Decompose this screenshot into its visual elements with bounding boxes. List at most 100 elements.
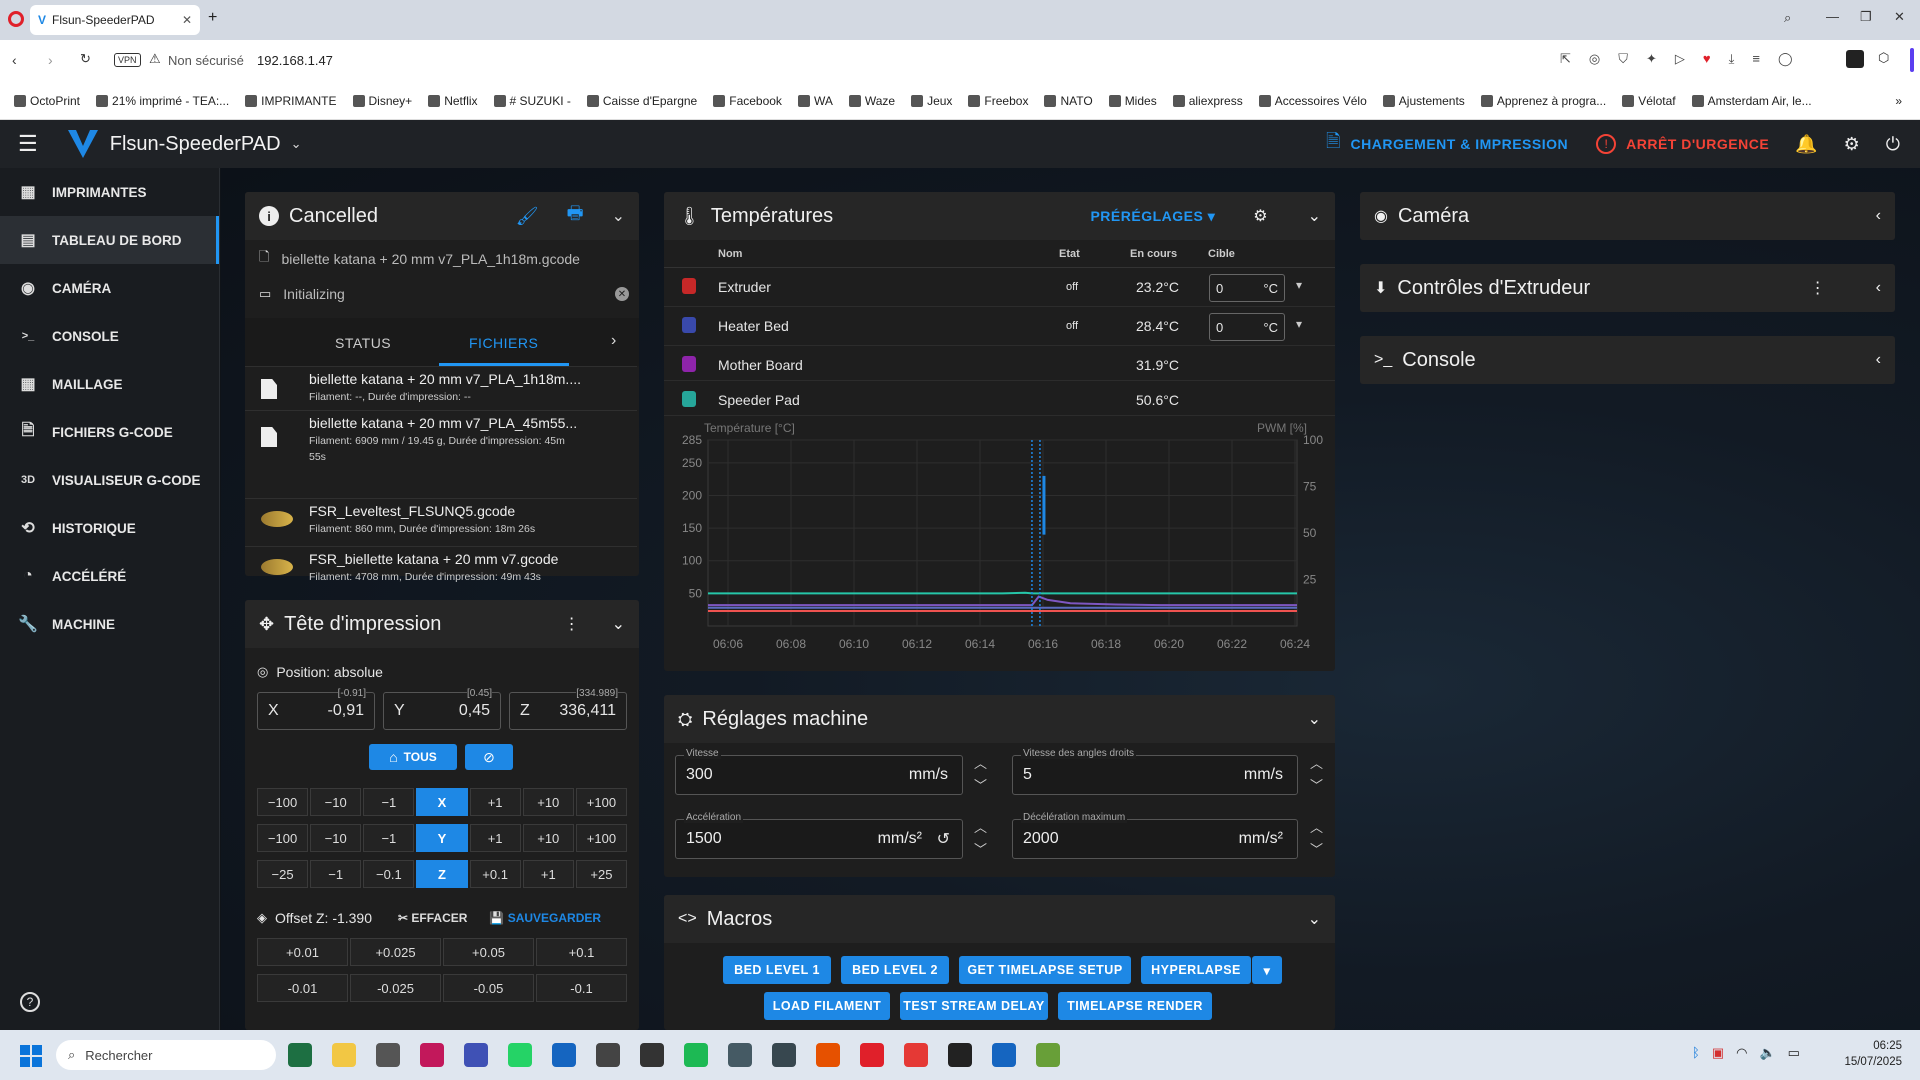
back-icon[interactable]: ‹ [12,52,17,68]
browser-tab[interactable]: V Flsun-SpeederPAD ✕ [30,5,200,35]
macro-get-timelapse-setup[interactable]: GET TIMELAPSE SETUP [959,956,1131,984]
clock[interactable]: 06:25 15/07/2025 [1838,1038,1902,1070]
camera-card[interactable]: ◉ Caméra ‹ [1360,192,1895,240]
speed-field[interactable]: Vitesse 300 mm/s [675,748,963,795]
bookmark-item[interactable]: # SUZUKI - [493,94,571,108]
clear-offset-button[interactable]: ✂ EFFACER [398,911,467,925]
close-window-button[interactable]: ✕ [1894,9,1905,25]
bookmark-item[interactable]: WA [797,94,833,108]
tab-status[interactable]: STATUS [335,335,391,351]
jog-button[interactable]: -0.01 [257,974,348,1002]
taskbar-search[interactable]: ⌕ Rechercher [56,1040,276,1070]
jog-button[interactable]: +25 [575,860,627,888]
bookmark-item[interactable]: Facebook [713,94,782,108]
accel-stepper[interactable]: ︿ ﹀ [974,817,987,861]
collapse-chevron-icon[interactable]: ⌄ [1308,909,1321,929]
collapse-chevron-icon[interactable]: ⌄ [1308,709,1321,729]
windows-start-icon[interactable] [20,1045,42,1067]
jog-button[interactable]: −1 [310,860,362,888]
more-vert-icon[interactable]: ⋮ [1810,278,1826,298]
bookmark-item[interactable]: Mides [1108,94,1157,108]
jog-button[interactable]: +100 [575,788,627,816]
jog-button[interactable]: −1 [363,824,415,852]
opera-gx-icon[interactable] [464,1043,488,1067]
bookmark-item[interactable]: Netflix [428,94,478,108]
load-print-button[interactable]: CHARGEMENT & IMPRESSION [1351,136,1569,152]
more-bookmarks-icon[interactable]: » [1895,94,1902,108]
jog-button[interactable]: +1 [469,788,521,816]
sidebar-item-mesh[interactable]: ▦ MAILLAGE [0,360,219,408]
macro-hyperlapse[interactable]: HYPERLAPSE [1141,956,1251,984]
bluetooth-icon[interactable]: ᛒ [1692,1045,1700,1061]
tab-close-icon[interactable]: ✕ [182,13,192,27]
jog-button[interactable]: +0.025 [350,938,441,966]
help-icon[interactable]: ? [20,992,40,1012]
jog-button[interactable]: −25 [257,860,309,888]
expand-chevron-icon[interactable]: ‹ [1876,279,1881,297]
bookmark-item[interactable]: Waze [848,94,895,108]
camera-snap-icon[interactable]: ◎ [1589,51,1600,67]
temp-settings-icon[interactable]: ⚙ [1253,206,1267,226]
search-tabs-icon[interactable]: ⌕ [1784,10,1791,26]
hyperlapse-dropdown-button[interactable]: ▾ [1252,956,1282,984]
camera-app-icon[interactable] [596,1043,620,1067]
jog-button[interactable]: +0.01 [257,938,348,966]
jog-button[interactable]: −0.1 [363,860,415,888]
jog-button[interactable]: −1 [363,788,415,816]
profile-icon[interactable]: ◯ [1778,51,1793,67]
wifi-icon[interactable]: ◠ [1736,1045,1747,1061]
heart-icon[interactable]: ♥ [1703,51,1711,67]
forward-icon[interactable]: › [48,52,53,68]
macro-test-stream-delay[interactable]: TEST STREAM DELAY [900,992,1048,1020]
sidebar-toggle-icon[interactable] [1846,50,1864,68]
bookmark-item[interactable]: OctoPrint [14,94,80,108]
scv-stepper[interactable]: ︿ ﹀ [1310,753,1323,797]
jog-button[interactable]: +1 [522,860,574,888]
drawing-app-icon[interactable] [552,1043,576,1067]
acrobat-tray-icon[interactable]: ▣ [1712,1045,1724,1061]
jog-button[interactable]: −100 [257,824,309,852]
minimize-button[interactable]: — [1826,9,1839,24]
settings-icon[interactable]: ⚙ [1844,134,1860,155]
opera-logo-icon[interactable] [8,11,24,27]
jog-button[interactable]: +0.05 [443,938,534,966]
slicer-icon[interactable] [728,1043,752,1067]
y-position-field[interactable]: [0.45] Y 0,45 [383,688,501,730]
sidebar-item-dashboard[interactable]: ▤ TABLEAU DE BORD [0,216,219,264]
file-list-item[interactable]: biellette katana + 20 mm v7_PLA_45m55...… [245,410,637,474]
presets-button[interactable]: PRÉRÉGLAGES ▾ [1090,208,1215,225]
opera-icon[interactable] [860,1043,884,1067]
sidebar-item-files[interactable]: 🗎 FICHIERS G-CODE [0,408,219,456]
file-list-item[interactable]: FSR_biellette katana + 20 mm v7.gcode Fil… [245,546,637,593]
emergency-stop-button[interactable]: ARRÊT D'URGENCE [1626,136,1769,152]
tab-files[interactable]: FICHIERS [469,335,538,351]
battery-icon[interactable]: ▭ [1788,1045,1800,1061]
bookmark-item[interactable]: Accessoires Vélo [1258,94,1367,108]
console-card[interactable]: >_ Console ‹ [1360,336,1895,384]
sidebar-item-camera[interactable]: ◉ CAMÉRA [0,264,219,312]
decel-stepper[interactable]: ︿ ﹀ [1310,817,1323,861]
printer-name[interactable]: Flsun-SpeederPAD [110,133,281,156]
whatsapp-icon[interactable] [508,1043,532,1067]
expand-chevron-icon[interactable]: ‹ [1876,207,1881,225]
temp-target-input[interactable]: 0 °C [1209,274,1285,302]
extension-icon[interactable]: ✦ [1646,51,1657,67]
target-dropdown-icon[interactable]: ▾ [1296,317,1302,331]
shield-icon[interactable]: ⛉ [1618,51,1628,67]
sidebar-item-viewer-3d[interactable]: 3D VISUALISEUR G-CODE [0,456,219,504]
jog-button[interactable]: +1 [469,824,521,852]
reset-icon[interactable]: ↺ [937,829,950,849]
speed-stepper[interactable]: ︿ ﹀ [974,753,987,797]
max-decel-field[interactable]: Décélération maximum 2000 mm/s² [1012,812,1298,859]
cube-icon[interactable]: ⬡ [1878,50,1889,66]
flashprint-icon[interactable] [816,1043,840,1067]
jog-button[interactable]: −100 [257,788,309,816]
chrome-icon[interactable] [904,1043,928,1067]
macro-timelapse-render[interactable]: TIMELAPSE RENDER [1058,992,1212,1020]
notes-app-icon[interactable] [1036,1043,1060,1067]
jog-button[interactable]: +10 [522,824,574,852]
jog-button[interactable]: -0.1 [536,974,627,1002]
expand-chevron-icon[interactable]: ‹ [1876,351,1881,369]
excel-icon[interactable] [288,1043,312,1067]
bookmark-item[interactable]: Ajustements [1382,94,1465,108]
